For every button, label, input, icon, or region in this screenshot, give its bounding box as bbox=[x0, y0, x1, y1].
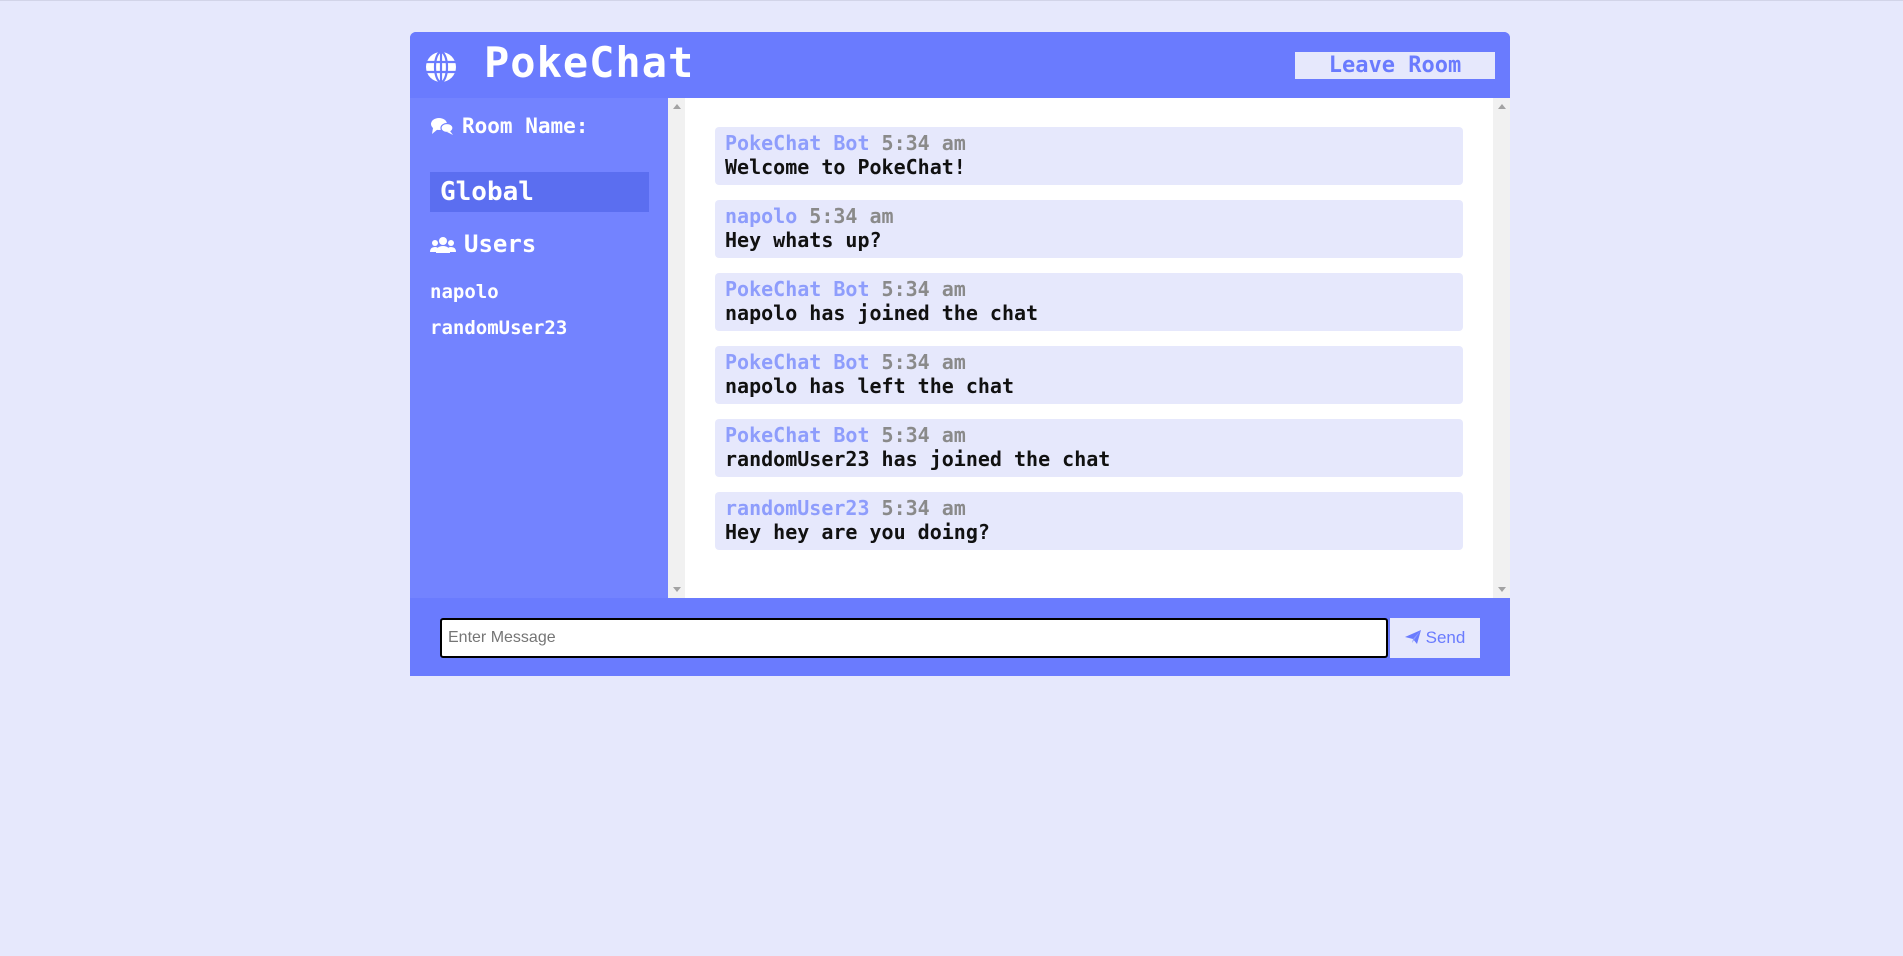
chat-sidebar: Room Name: Global Users napolo randomUse… bbox=[410, 98, 668, 598]
message-username: PokeChat Bot bbox=[725, 423, 870, 447]
chat-header: PokeChat Leave Room bbox=[410, 32, 1510, 98]
message-list: PokeChat Bot 5:34 am Welcome to PokeChat… bbox=[715, 127, 1463, 565]
message-text: napolo has left the chat bbox=[725, 374, 1014, 398]
message-text: Hey hey are you doing? bbox=[725, 520, 990, 544]
message-username: napolo bbox=[725, 204, 798, 228]
chat-container: PokeChat Leave Room Room Name: Global Us… bbox=[410, 32, 1510, 676]
message: PokeChat Bot 5:34 am napolo has joined t… bbox=[715, 273, 1463, 331]
message-timestamp: 5:34 am bbox=[881, 277, 966, 301]
globe-icon bbox=[426, 50, 456, 84]
comments-icon bbox=[431, 118, 454, 135]
left-scrollbar[interactable] bbox=[668, 98, 685, 598]
message: napolo 5:34 am Hey whats up? bbox=[715, 200, 1463, 258]
paper-plane-icon bbox=[1404, 630, 1421, 644]
chat-messages[interactable]: PokeChat Bot 5:34 am Welcome to PokeChat… bbox=[668, 98, 1510, 598]
message-username: randomUser23 bbox=[725, 496, 870, 520]
users-heading: Users bbox=[430, 230, 536, 258]
message-username: PokeChat Bot bbox=[725, 350, 870, 374]
message: PokeChat Bot 5:34 am napolo has left the… bbox=[715, 346, 1463, 404]
scroll-up-arrow-icon[interactable] bbox=[1498, 104, 1506, 109]
message-text: napolo has joined the chat bbox=[725, 301, 1039, 325]
message-meta: PokeChat Bot 5:34 am bbox=[725, 131, 1453, 155]
top-border bbox=[0, 0, 1903, 1]
message: randomUser23 5:34 am Hey hey are you doi… bbox=[715, 492, 1463, 550]
room-name: Global bbox=[430, 172, 649, 212]
message-timestamp: 5:34 am bbox=[881, 496, 966, 520]
right-scrollbar[interactable] bbox=[1493, 98, 1510, 598]
message-text: randomUser23 has joined the chat bbox=[725, 447, 1111, 471]
user-item: napolo bbox=[430, 281, 499, 303]
app-title: PokeChat bbox=[484, 38, 695, 87]
message-meta: randomUser23 5:34 am bbox=[725, 496, 1453, 520]
message-meta: PokeChat Bot 5:34 am bbox=[725, 423, 1453, 447]
message-timestamp: 5:34 am bbox=[809, 204, 894, 228]
users-list: napolo randomUser23 bbox=[430, 274, 567, 346]
message-timestamp: 5:34 am bbox=[881, 350, 966, 374]
message-meta: PokeChat Bot 5:34 am bbox=[725, 277, 1453, 301]
message-username: PokeChat Bot bbox=[725, 277, 870, 301]
message: PokeChat Bot 5:34 am randomUser23 has jo… bbox=[715, 419, 1463, 477]
user-item: randomUser23 bbox=[430, 317, 568, 339]
scroll-down-arrow-icon[interactable] bbox=[673, 587, 681, 592]
room-name-heading-label: Room Name: bbox=[462, 114, 589, 138]
message: PokeChat Bot 5:34 am Welcome to PokeChat… bbox=[715, 127, 1463, 185]
scroll-down-arrow-icon[interactable] bbox=[1498, 587, 1506, 592]
room-name-heading: Room Name: bbox=[430, 114, 650, 138]
send-button-label: Send bbox=[1425, 628, 1466, 647]
message-form: Send bbox=[410, 598, 1510, 676]
send-button[interactable]: Send bbox=[1390, 618, 1480, 658]
message-text: Hey whats up? bbox=[725, 228, 882, 252]
message-input[interactable] bbox=[440, 618, 1388, 658]
message-username: PokeChat Bot bbox=[725, 131, 870, 155]
message-meta: napolo 5:34 am bbox=[725, 204, 1453, 228]
message-meta: PokeChat Bot 5:34 am bbox=[725, 350, 1453, 374]
message-text: Welcome to PokeChat! bbox=[725, 155, 966, 179]
users-heading-label: Users bbox=[464, 230, 537, 258]
leave-room-button[interactable]: Leave Room bbox=[1295, 52, 1495, 79]
message-timestamp: 5:34 am bbox=[881, 423, 966, 447]
message-timestamp: 5:34 am bbox=[881, 131, 966, 155]
users-icon bbox=[430, 237, 456, 253]
scroll-up-arrow-icon[interactable] bbox=[673, 104, 681, 109]
